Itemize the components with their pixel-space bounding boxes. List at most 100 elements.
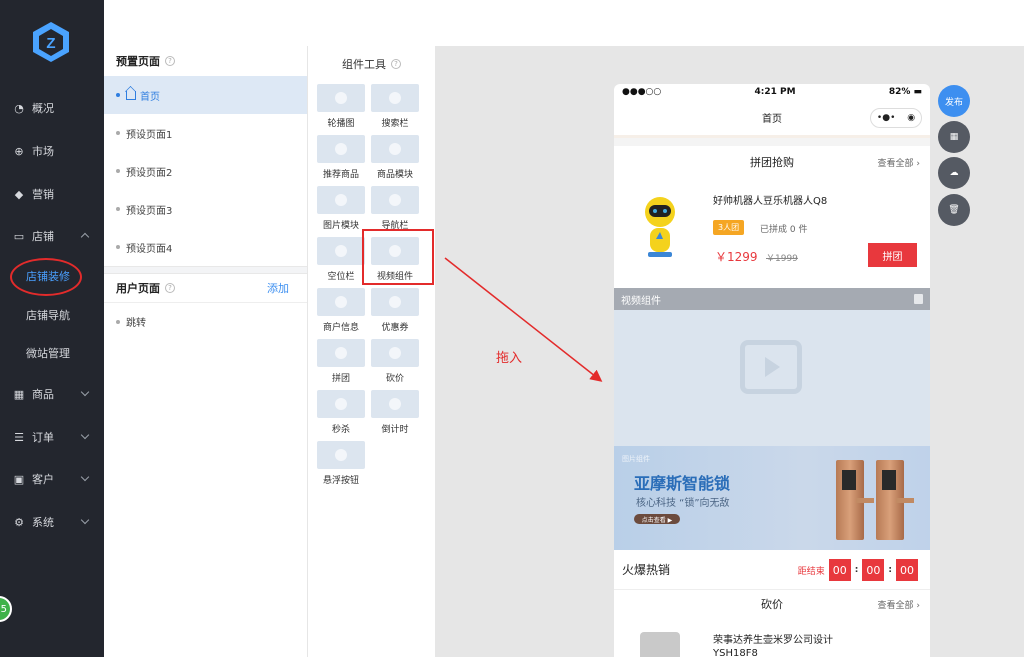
globe-icon: ⊕ (14, 144, 24, 158)
page-label: 跳转 (126, 318, 146, 329)
component-countdown[interactable]: 倒计时 (370, 390, 420, 436)
page-label: 预设页面3 (126, 205, 173, 217)
video-placeholder[interactable] (614, 310, 930, 446)
section-divider (104, 266, 307, 274)
close-icon[interactable]: ◉ (907, 113, 915, 123)
group-buy-button[interactable]: 拼团 (868, 243, 917, 267)
user-pages-header: 用户页面 ? 添加 (104, 274, 307, 302)
help-icon[interactable]: ? (165, 56, 175, 66)
more-icon[interactable]: •●• (877, 113, 895, 123)
tag-icon: ◆ (14, 187, 24, 201)
lock-image (836, 460, 874, 540)
page-row[interactable]: 预设页面1 (104, 114, 307, 152)
nav-item-overview[interactable]: ◔ 概况 (0, 90, 104, 126)
nav-bar-icon (371, 186, 419, 214)
component-carousel[interactable]: 轮播图 (316, 84, 366, 130)
trash-icon[interactable] (914, 294, 923, 304)
component-label: 图片模块 (322, 221, 359, 231)
bullet-icon (116, 169, 120, 173)
component-merchant-info[interactable]: 商户信息 (316, 288, 366, 334)
page-row[interactable]: 预设页面2 (104, 152, 307, 190)
flash-sale-icon (317, 390, 365, 418)
preset-pages-title: 预置页面 (116, 55, 160, 68)
recommended-goods-icon (317, 135, 365, 163)
nav-item-label: 概况 (32, 102, 54, 115)
component-floating-button[interactable]: 悬浮按钮 (316, 441, 366, 487)
view-all-link[interactable]: 查看全部 › (878, 598, 920, 611)
help-icon[interactable]: ? (165, 283, 175, 293)
nav-sub-microsite[interactable]: 微站管理 (0, 336, 104, 370)
banner-button[interactable]: 点击查看 ▶ (634, 514, 680, 524)
nav-item-market[interactable]: ⊕ 市场 (0, 133, 104, 169)
component-recommended-goods[interactable]: 推荐商品 (316, 135, 366, 181)
highlight-oval (10, 258, 82, 296)
nav-item-customers[interactable]: ▣ 客户 (0, 461, 104, 497)
component-label: 轮播图 (327, 119, 355, 129)
qrcode-button[interactable]: ▦ (938, 121, 970, 153)
battery-indicator: 82% ▬ (888, 87, 922, 97)
group-buy-icon (317, 339, 365, 367)
page-row[interactable]: 预设页面3 (104, 190, 307, 228)
component-label: 商品模块 (376, 170, 413, 180)
component-label: 倒计时 (381, 425, 409, 435)
kettle-product-image (640, 632, 680, 657)
component-spacer[interactable]: 空位栏 (316, 237, 366, 283)
component-coupon[interactable]: 优惠券 (370, 288, 420, 334)
dashboard-icon: ◔ (14, 101, 24, 115)
component-label: 搜索栏 (381, 119, 409, 129)
publish-button[interactable]: 发布 (938, 85, 970, 117)
nav-item-label: 系统 (32, 516, 54, 529)
grid-icon: ▦ (949, 132, 959, 142)
nav-sub-label: 店铺导航 (26, 309, 70, 322)
phone-preview: ●●●○○ 4:21 PM 82% ▬ 首页 •●• ◉ 拼团抢购 查看全部 › (614, 84, 930, 657)
nav-item-system[interactable]: ⚙ 系统 (0, 504, 104, 540)
component-nav-bar[interactable]: 导航栏 (370, 186, 420, 232)
group-size-tag: 3人团 (713, 220, 745, 235)
component-flash-sale[interactable]: 秒杀 (316, 390, 366, 436)
nav-item-label: 市场 (32, 145, 54, 158)
view-all-link[interactable]: 查看全部 › (878, 156, 920, 169)
smart-lock-banner[interactable]: 图片组件 亚摩斯智能锁 核心科技 “锁”向无敌 点击查看 ▶ (614, 446, 930, 550)
nav-item-store[interactable]: ▭ 店铺 (0, 218, 104, 254)
component-group-buy[interactable]: 拼团 (316, 339, 366, 385)
component-label: 推荐商品 (322, 170, 359, 180)
goods-module-icon (371, 135, 419, 163)
component-label: 秒杀 (331, 425, 350, 435)
delete-button[interactable]: 🗑 (938, 194, 970, 226)
app-root: Z ◔ 概况 ⊕ 市场 ◆ 营销 ▭ 店铺 店铺装修 店铺导航 微站管理 ▦ 商… (0, 0, 1024, 657)
component-label: 砍价 (385, 374, 404, 384)
image-module-icon (317, 186, 365, 214)
help-icon[interactable]: ? (391, 59, 401, 69)
chevron-down-icon (80, 387, 90, 397)
nav-item-orders[interactable]: ☰ 订单 (0, 419, 104, 455)
page-row-home[interactable]: 首页 (104, 76, 307, 114)
add-page-link[interactable]: 添加 (267, 280, 289, 296)
spacer (614, 138, 930, 146)
store-icon: ▭ (13, 229, 25, 243)
component-image-module[interactable]: 图片模块 (316, 186, 366, 232)
play-icon (740, 340, 802, 394)
group-buy-title: 拼团抢购 (750, 156, 794, 169)
nav-item-goods[interactable]: ▦ 商品 (0, 376, 104, 412)
chat-badge[interactable]: 55 (0, 596, 12, 622)
preset-pages-header: 预置页面 ? (104, 46, 307, 76)
group-buy-product[interactable]: 好帅机器人豆乐机器人Q8 3人团 已拼成 0 件 ￥1299 ￥1999 拼团 (614, 178, 930, 278)
nav-sub-store-nav[interactable]: 店铺导航 (0, 298, 104, 332)
view-all-label: 查看全部 (877, 600, 914, 611)
page-row[interactable]: 跳转 (104, 302, 307, 340)
video-component-label: 视频组件 (621, 295, 661, 307)
page-row[interactable]: 预设页面4 (104, 228, 307, 266)
sidebar: Z ◔ 概况 ⊕ 市场 ◆ 营销 ▭ 店铺 店铺装修 店铺导航 微站管理 ▦ 商… (0, 0, 104, 657)
mini-program-capsule[interactable]: •●• ◉ (870, 108, 922, 128)
nav-item-marketing[interactable]: ◆ 营销 (0, 176, 104, 212)
component-bargain[interactable]: 砍价 (370, 339, 420, 385)
coupon-icon (371, 288, 419, 316)
cloud-save-button[interactable]: ☁ (938, 157, 970, 189)
svg-text:Z: Z (46, 35, 55, 52)
video-component-bar[interactable]: 视频组件 (614, 288, 930, 310)
component-goods-module[interactable]: 商品模块 (370, 135, 420, 181)
banner-subtitle: 核心科技 “锁”向无敌 (636, 498, 730, 509)
component-search-bar[interactable]: 搜索栏 (370, 84, 420, 130)
robot-product-image (645, 197, 675, 257)
badge-count: 55 (0, 603, 7, 615)
